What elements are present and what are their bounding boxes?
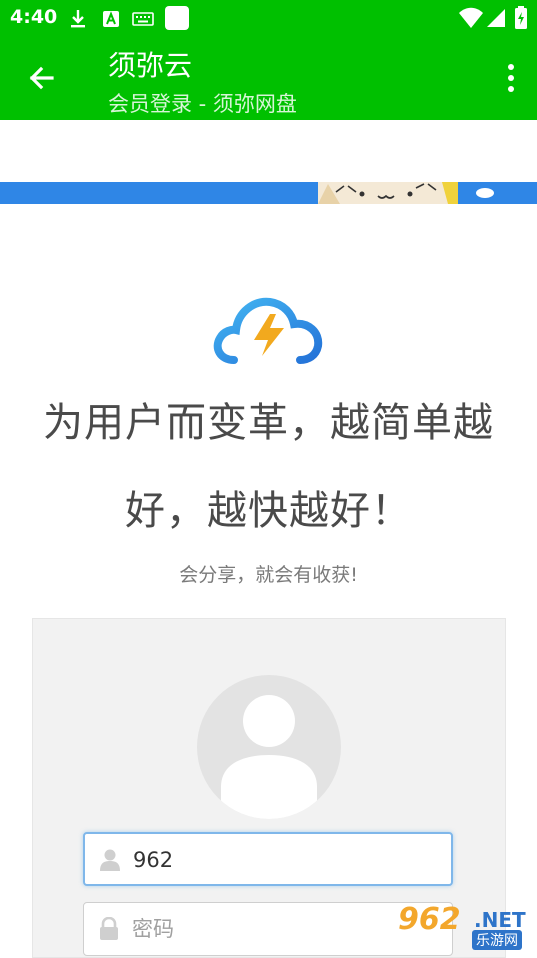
- slogan-line-1: 为用户而变革，越简单越: [43, 400, 494, 446]
- font-a-icon: [103, 11, 119, 27]
- user-icon: [100, 849, 120, 871]
- watermark-net: .NET: [474, 908, 526, 932]
- user-avatar-icon: [197, 675, 341, 819]
- username-input[interactable]: [131, 842, 435, 878]
- keyboard-icon: [132, 12, 154, 26]
- more-vert-icon[interactable]: [499, 60, 523, 96]
- watermark-number: 962: [398, 902, 461, 937]
- download-icon: [71, 10, 85, 28]
- banner-cartoon: [318, 182, 458, 204]
- password-input[interactable]: [130, 911, 434, 947]
- slogan-line-2: 好，越快越好！: [125, 488, 412, 534]
- status-bar: 4:40: [0, 0, 537, 36]
- app-title: 须弥云: [108, 49, 193, 82]
- blank-square-icon: [165, 6, 189, 30]
- app-bar: 须弥云 会员登录 - 须弥网盘: [0, 36, 537, 120]
- lock-icon: [100, 917, 118, 940]
- signal-icon: [487, 9, 505, 27]
- avatar-silhouette: [221, 695, 317, 819]
- banner-image[interactable]: [0, 182, 537, 204]
- site-watermark: 962 .NET 乐游网: [398, 902, 532, 952]
- status-time: 4:40: [10, 6, 58, 28]
- wifi-icon: [459, 7, 483, 28]
- cartoon-face-icon: [318, 182, 458, 204]
- battery-icon: [515, 6, 527, 29]
- app-subtitle: 会员登录 - 须弥网盘: [108, 92, 297, 116]
- banner-dot: [476, 188, 494, 198]
- watermark-cn: 乐游网: [472, 930, 522, 950]
- arrow-left-icon[interactable]: [22, 58, 62, 98]
- username-field[interactable]: [83, 832, 453, 886]
- cloud-lightning-icon: [213, 297, 323, 364]
- sub-slogan: 会分享，就会有收获!: [179, 564, 358, 586]
